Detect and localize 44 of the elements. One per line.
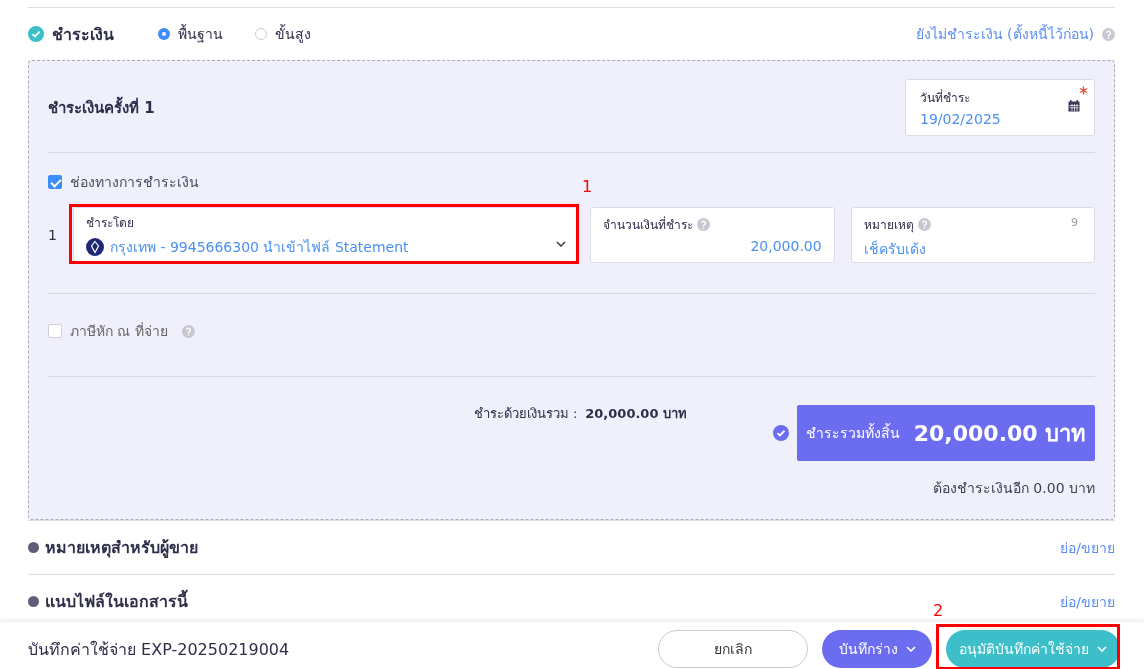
help-icon [181, 324, 195, 338]
help-icon [917, 218, 931, 231]
section-title: ชำระเงิน [52, 23, 114, 46]
checkbox[interactable] [48, 324, 62, 338]
field-value: กรุงเทพ - 9945666300 นำเข้าไฟล์ Statement [109, 237, 409, 258]
bank-logo-icon [85, 237, 104, 256]
remaining-amount: ต้องชำระเงินอีก 0.00 บาท [931, 479, 1095, 498]
bullet-icon [28, 596, 39, 607]
calendar-icon [1068, 100, 1080, 112]
checkbox[interactable] [48, 175, 62, 189]
radio-option[interactable]: ขั้นสูง [255, 23, 311, 45]
annotation-number: 1 [582, 177, 593, 196]
amount-field[interactable]: จำนวนเงินที่ชำระ 20,000.00 [590, 207, 835, 263]
radio-option[interactable]: พื้นฐาน [158, 23, 223, 45]
character-counter: 9 [1071, 216, 1078, 229]
sum-value: 20,000.00 บาท [585, 405, 687, 423]
caret-icon [905, 646, 916, 652]
total-label: ชำระรวมทั้งสิ้น [805, 422, 900, 443]
help-icon [697, 218, 711, 231]
section-title: แนบไฟล์ในเอกสารนี้ [45, 589, 188, 614]
field-label: จำนวนเงินที่ชำระ [603, 215, 694, 234]
row-number: 1 [48, 227, 58, 243]
field-value: 20,000.00 [749, 238, 822, 254]
annotation-number: 2 [933, 601, 944, 620]
field-label: ชำระโดย [85, 214, 135, 232]
field-label: วันที่ชำระ [920, 88, 971, 107]
sum-label: ชำระด้วยเงินรวม : [473, 405, 578, 423]
help-icon [1102, 27, 1115, 41]
cancel-button[interactable]: ยกเลิก [658, 630, 808, 668]
field-label: หมายเหตุ [863, 217, 914, 234]
checkbox-label: ภาษีหัก ณ ที่จ่าย [70, 321, 168, 341]
caret-icon [556, 241, 567, 247]
total-value: 20,000.00 บาท [913, 419, 1087, 448]
save-draft-button[interactable]: บันทึกร่าง [822, 630, 932, 668]
date-field[interactable]: วันที่ชำระ 19/02/2025 [905, 79, 1095, 136]
bullet-icon [28, 542, 39, 553]
document-title: บันทึกค่าใช้จ่าย EXP-20250219004 [28, 638, 290, 661]
caret-icon [1097, 646, 1107, 652]
checkbox-label: ช่องทางการชำระเงิน [70, 173, 199, 192]
field-value: 19/02/2025 [920, 111, 1001, 127]
field-value: เช็ครับเด้ง [863, 239, 927, 259]
section-title: หมายเหตุสำหรับผู้ขาย [45, 537, 198, 560]
note-field[interactable]: หมายเหตุ เช็ครับเด้ง 9 [850, 207, 1095, 263]
installment-title: ชำระเงินครั้งที่ 1 [48, 95, 155, 119]
